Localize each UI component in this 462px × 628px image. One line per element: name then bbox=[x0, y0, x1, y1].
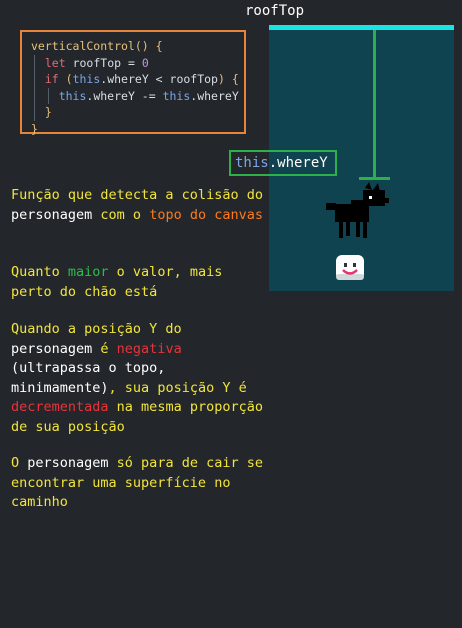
function-paren: () { bbox=[134, 39, 163, 53]
code-line-5: } bbox=[31, 104, 244, 121]
if-close-paren: ) { bbox=[217, 72, 239, 86]
code-line-6: } bbox=[31, 121, 244, 138]
indent-guide bbox=[48, 87, 49, 104]
variable-rooftop: roofTop bbox=[72, 55, 122, 70]
this-keyword: this bbox=[235, 155, 269, 171]
wherey-property: .whereY bbox=[190, 88, 239, 103]
text: O bbox=[11, 455, 28, 471]
code-line-4: this.whereY -= this.whereY bbox=[31, 87, 244, 104]
text: é bbox=[92, 340, 117, 357]
highlight-personagem: personagem bbox=[11, 206, 93, 223]
character-sprite bbox=[326, 182, 389, 238]
close-brace: } bbox=[44, 105, 52, 119]
close-brace: } bbox=[31, 121, 38, 136]
roof-line bbox=[269, 25, 454, 30]
code-line-2: let roofTop = 0 bbox=[31, 54, 244, 71]
text: com o bbox=[92, 206, 150, 223]
description-value: Quanto maior o valor, mais perto do chão… bbox=[11, 263, 271, 302]
smiley-block-sprite bbox=[336, 255, 364, 280]
text: Quanto bbox=[11, 264, 68, 280]
assign-op: = bbox=[121, 55, 142, 70]
keyword-if: if bbox=[44, 72, 59, 86]
keyword-let: let bbox=[44, 55, 66, 70]
decrement-expression: .whereY -= bbox=[86, 88, 163, 103]
highlight-topo-canvas: topo do canvas bbox=[149, 206, 263, 223]
wherey-label: this.whereY bbox=[229, 150, 337, 176]
text: Quando a posição Y do bbox=[11, 321, 182, 337]
text: , sua posição Y é bbox=[108, 379, 247, 396]
code-line-3: if (this.whereY < roofTop) { bbox=[31, 71, 244, 88]
wherey-measure-line bbox=[373, 30, 376, 179]
this-keyword: this bbox=[58, 88, 87, 103]
description-negative: Quando a posição Y do personagem é negat… bbox=[11, 320, 271, 437]
indent-guide bbox=[34, 54, 35, 71]
highlight-negativa: negativa bbox=[116, 340, 182, 357]
condition-expression: .whereY < roofTop bbox=[100, 72, 218, 86]
wherey-property: .whereY bbox=[268, 155, 328, 171]
highlight-decrementada: decrementada bbox=[11, 399, 109, 415]
this-keyword: this bbox=[162, 88, 191, 103]
code-snippet: verticalControl() { let roofTop = 0 if (… bbox=[20, 30, 246, 136]
this-keyword: this bbox=[72, 72, 101, 86]
description-collision: Função que detecta a colisão do personag… bbox=[11, 186, 271, 225]
highlight-maior: maior bbox=[67, 264, 109, 280]
code-line-1: verticalControl() { bbox=[31, 38, 244, 55]
highlight-personagem: personagem bbox=[11, 340, 93, 357]
text: Função que detecta a colisão do bbox=[11, 187, 263, 203]
indent-guide bbox=[34, 87, 35, 104]
indent-guide bbox=[34, 104, 35, 121]
function-name: verticalControl bbox=[31, 39, 135, 53]
highlight-personagem: personagem bbox=[27, 455, 109, 471]
roof-top-label: roofTop bbox=[245, 3, 305, 19]
if-open-paren: ( bbox=[58, 72, 73, 86]
number-zero: 0 bbox=[141, 55, 149, 70]
description-falling: O personagem só para de cair se encontra… bbox=[11, 454, 271, 513]
indent-guide bbox=[34, 71, 35, 88]
